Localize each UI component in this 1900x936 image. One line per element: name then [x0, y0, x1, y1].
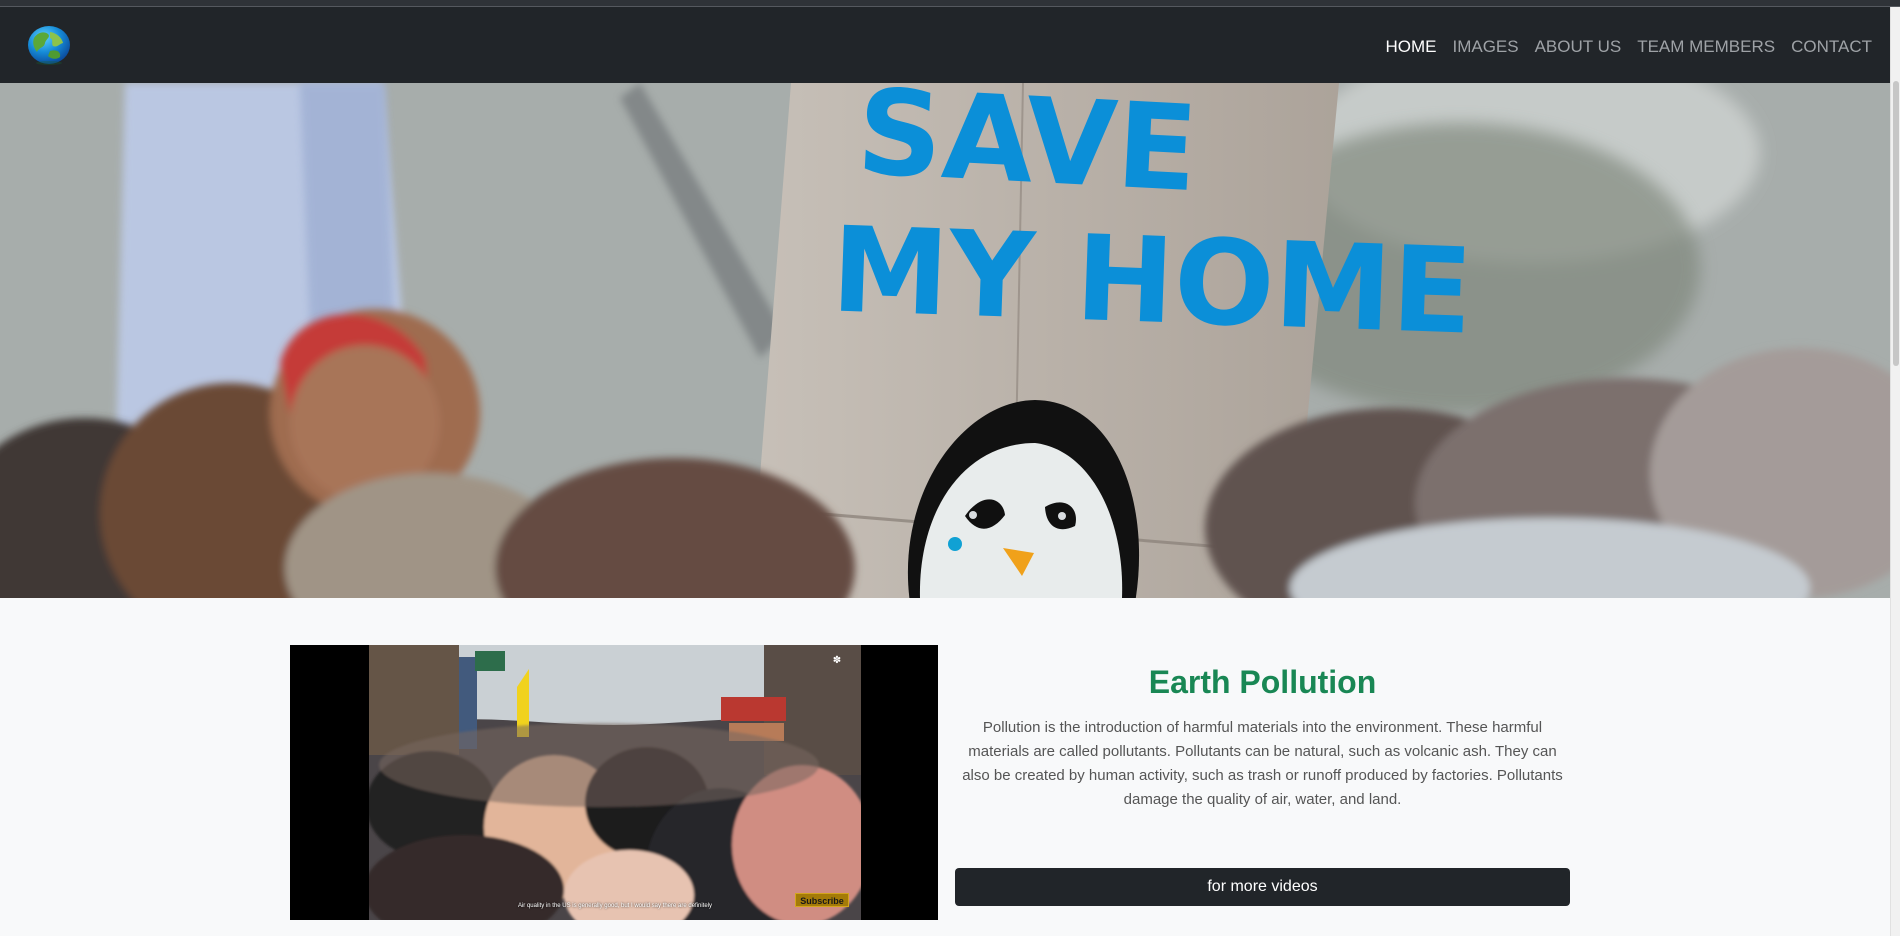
- peacock-icon: ✽: [832, 655, 842, 666]
- nav-images[interactable]: IMAGES: [1452, 37, 1518, 57]
- video-caption: Air quality in the US is generally good,…: [517, 903, 713, 909]
- more-videos-button[interactable]: for more videos: [955, 868, 1570, 906]
- earth-globe-icon[interactable]: [24, 24, 74, 66]
- browser-top-edge: [0, 0, 1900, 7]
- svg-text:SAVE: SAVE: [854, 83, 1201, 218]
- scrollbar-thumb[interactable]: [1893, 81, 1899, 366]
- pollution-description: Pollution is the introduction of harmful…: [962, 719, 1563, 808]
- nav-team-members[interactable]: TEAM MEMBERS: [1637, 37, 1775, 57]
- main-navbar: HOME IMAGES ABOUT US TEAM MEMBERS CONTAC…: [0, 7, 1890, 83]
- city-crowd-video-frame: ✽ Air quality in the US is generally goo…: [369, 645, 861, 920]
- vertical-scrollbar[interactable]: [1890, 7, 1900, 936]
- svg-text:MY HOME: MY HOME: [829, 200, 1474, 360]
- navigation-links: HOME IMAGES ABOUT US TEAM MEMBERS CONTAC…: [1385, 37, 1872, 57]
- nav-home[interactable]: HOME: [1385, 37, 1436, 57]
- subscribe-button[interactable]: Subscribe: [795, 893, 849, 907]
- video-player[interactable]: ✽ Air quality in the US is generally goo…: [290, 645, 938, 920]
- earth-pollution-article: Earth Pollution Pollution is the introdu…: [955, 645, 1570, 920]
- nav-about-us[interactable]: ABOUT US: [1535, 37, 1622, 57]
- nav-contact[interactable]: CONTACT: [1791, 37, 1872, 57]
- page-title: Earth Pollution: [1148, 664, 1377, 700]
- pollution-content-section: ✽ Air quality in the US is generally goo…: [290, 645, 1570, 920]
- hero-protest-image: SAVE MY HOME: [0, 83, 1890, 598]
